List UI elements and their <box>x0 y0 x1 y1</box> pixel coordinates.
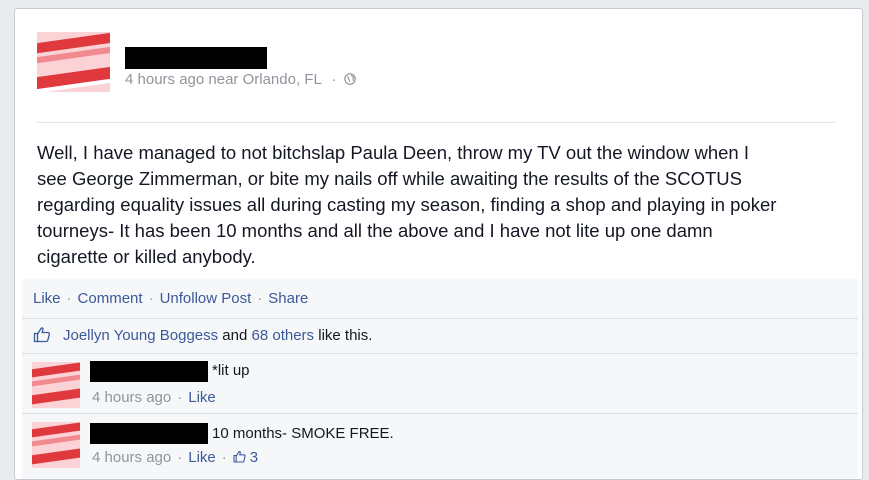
comment-meta-separator: · <box>177 449 183 466</box>
likes-suffix-text: like this. <box>314 327 373 344</box>
comment-like-count[interactable]: 3 <box>233 449 258 466</box>
comment-timestamp[interactable]: 4 hours ago <box>92 389 171 406</box>
unfollow-post-link[interactable]: Unfollow Post <box>160 290 252 307</box>
comment-meta-separator: · <box>177 389 183 406</box>
post-body: Well, I have managed to not bitchslap Pa… <box>37 142 777 267</box>
comment-meta: 4 hours ago · Like <box>92 389 216 406</box>
likes-summary: Joellyn Young Boggess and 68 others like… <box>33 326 372 344</box>
share-link[interactable]: Share <box>268 290 308 307</box>
row-divider <box>22 318 858 319</box>
thumbs-up-icon <box>33 327 51 343</box>
comment-avatar[interactable] <box>32 422 80 468</box>
row-divider <box>22 353 858 354</box>
action-separator: · <box>148 290 154 307</box>
comment-like-link[interactable]: Like <box>188 389 216 406</box>
comment-like-link[interactable]: Like <box>188 449 216 466</box>
meta-separator: · <box>331 71 337 88</box>
header-divider <box>37 122 835 123</box>
post-meta: 4 hours ago near Orlando, FL · <box>125 71 357 88</box>
like-link[interactable]: Like <box>33 290 61 307</box>
liker-name-link[interactable]: Joellyn Young Boggess <box>63 327 218 344</box>
comment-link[interactable]: Comment <box>78 290 143 307</box>
thumbs-up-icon <box>233 450 246 463</box>
author-avatar[interactable] <box>37 32 110 92</box>
post-location[interactable]: near Orlando, FL <box>208 71 321 88</box>
comment-avatar[interactable] <box>32 362 80 408</box>
globe-icon[interactable] <box>344 72 357 85</box>
comment-text: *lit up <box>212 362 250 379</box>
comment-meta-separator: · <box>221 449 227 466</box>
comment-meta: 4 hours ago · Like · 3 <box>92 449 258 466</box>
post-card: 4 hours ago near Orlando, FL · Well, I h… <box>14 8 863 480</box>
comment-timestamp[interactable]: 4 hours ago <box>92 449 171 466</box>
author-name-redacted[interactable] <box>125 47 267 69</box>
comment-text: 10 months- SMOKE FREE. <box>212 425 394 442</box>
likes-others-link[interactable]: 68 others <box>252 327 315 344</box>
post-timestamp[interactable]: 4 hours ago <box>125 71 204 88</box>
commenter-name-redacted[interactable] <box>90 361 208 382</box>
likes-and-text: and <box>218 327 252 344</box>
action-separator: · <box>66 290 72 307</box>
like-count-value: 3 <box>249 449 259 466</box>
post-actions: Like · Comment · Unfollow Post · Share <box>33 290 308 307</box>
action-separator: · <box>257 290 263 307</box>
commenter-name-redacted[interactable] <box>90 423 208 444</box>
row-divider <box>22 413 858 414</box>
